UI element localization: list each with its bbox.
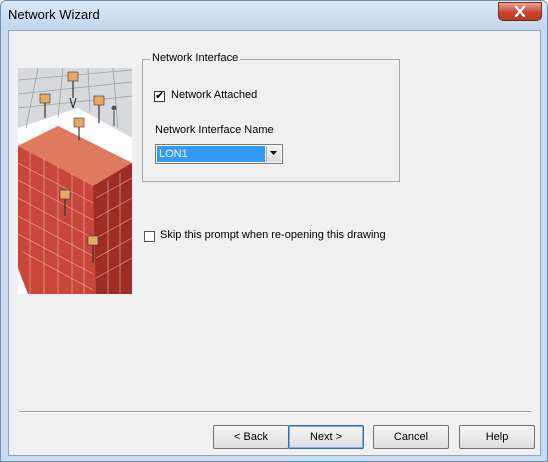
wizard-body: Network Interface ✔ Network Attached Net… bbox=[8, 30, 541, 456]
wizard-window: Network Wizard Network Interface ✔ Netwo… bbox=[0, 0, 548, 462]
title-bar[interactable]: Network Wizard bbox=[1, 1, 547, 30]
wizard-illustration bbox=[18, 68, 132, 294]
back-button[interactable]: < Back bbox=[213, 425, 289, 449]
network-attached-label[interactable]: Network Attached bbox=[171, 89, 257, 101]
network-attached-checkbox[interactable]: ✔ bbox=[154, 90, 165, 102]
skip-prompt-label[interactable]: Skip this prompt when re-opening this dr… bbox=[160, 229, 386, 241]
interface-name-value: LON1 bbox=[157, 146, 265, 162]
dropdown-button[interactable] bbox=[266, 146, 281, 162]
close-button[interactable] bbox=[498, 2, 542, 21]
checkmark-icon: ✔ bbox=[155, 90, 165, 102]
interface-name-label: Network Interface Name bbox=[155, 124, 274, 136]
network-interface-group: Network Interface ✔ Network Attached Net… bbox=[142, 52, 400, 182]
help-button[interactable]: Help bbox=[459, 425, 535, 449]
interface-name-select[interactable]: LON1 bbox=[155, 144, 283, 164]
cancel-button[interactable]: Cancel bbox=[373, 425, 449, 449]
next-button[interactable]: Next > bbox=[288, 425, 364, 449]
group-legend: Network Interface bbox=[150, 52, 241, 64]
chevron-down-icon bbox=[270, 151, 277, 155]
window-title: Network Wizard bbox=[8, 7, 100, 22]
button-divider bbox=[19, 411, 531, 413]
close-icon bbox=[514, 6, 526, 17]
skip-prompt-checkbox[interactable] bbox=[144, 231, 155, 242]
